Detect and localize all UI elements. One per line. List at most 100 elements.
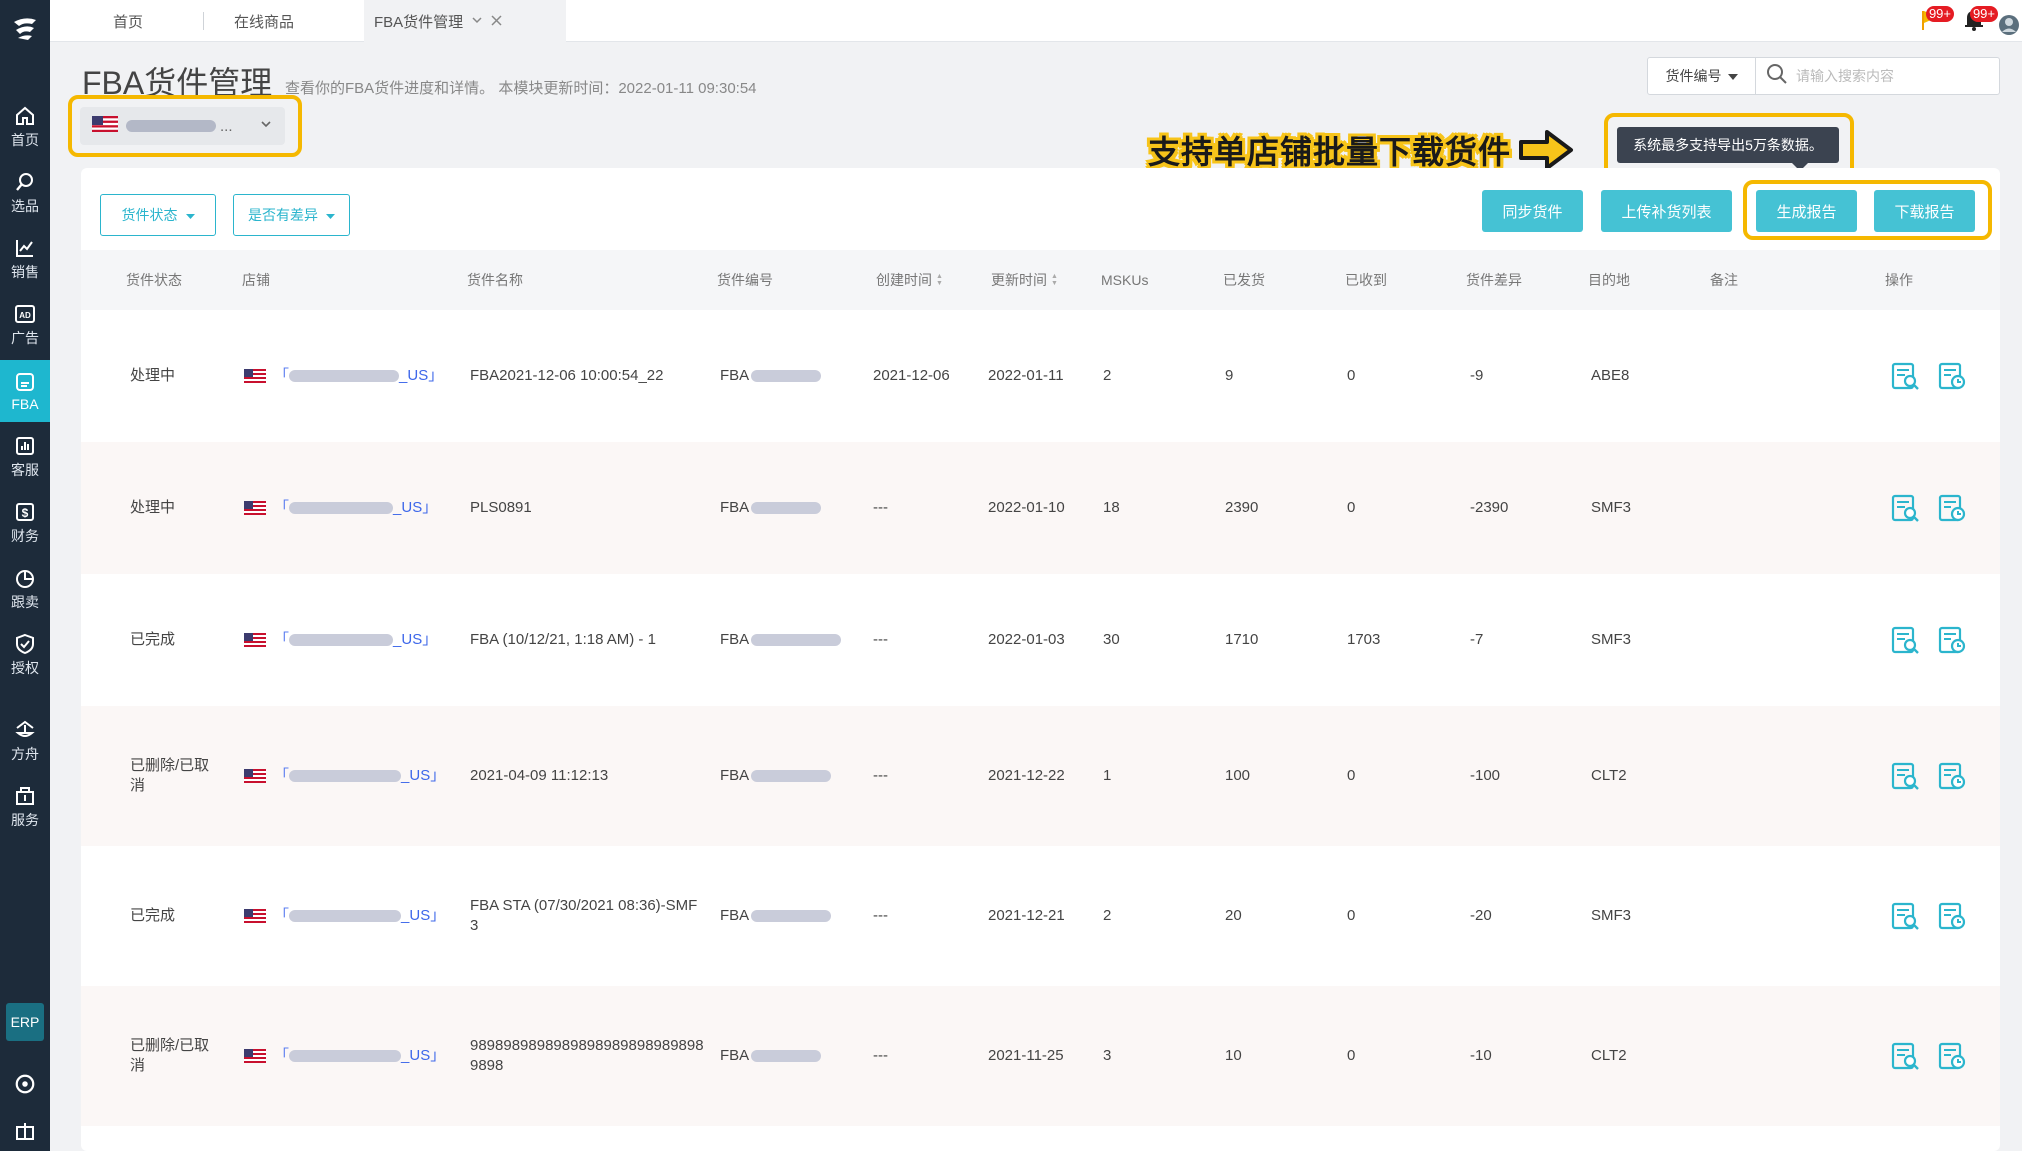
tab-divider [203,12,204,30]
shipment-id-redacted [751,1050,822,1062]
view-details-icon[interactable] [1890,361,1920,391]
bell-notification[interactable]: 99+ [1954,6,1998,36]
view-details-icon[interactable] [1890,625,1920,655]
sidebar-item-label: 服务 [11,811,39,828]
sidebar-item-ads[interactable]: AD 广告 [0,294,50,356]
sidebar-item-auth[interactable]: 授权 [0,624,50,686]
download-report-button[interactable]: 下载报告 [1874,190,1975,232]
cell-received: 0 [1347,907,1356,924]
store-suffix: _US」 [393,631,438,648]
view-details-icon[interactable] [1890,901,1920,931]
gift-icon [14,1119,36,1141]
cell-received: 0 [1347,1047,1356,1064]
cell-name: FBA (10/12/21, 1:18 AM) - 1 [470,631,656,648]
caret-down-icon [1727,68,1738,84]
table-row[interactable]: 已删除/已取消 「 _US」 9898989898989898989898989898… [81,986,2000,1126]
table-row[interactable]: 处理中 「 _US」 PLS0891 FBA --- 2022-01-10 18 2390 0 -2… [81,442,2000,574]
table-row[interactable]: 已删除/已取消 「 _US」 2021-04-09 11:12:13 FBA --- 202… [81,706,2000,846]
sidebar-item-follow[interactable]: 跟卖 [0,558,50,620]
col-dest: 目的地 [1588,272,1630,288]
view-details-icon[interactable] [1890,761,1920,791]
close-icon[interactable] [491,13,502,30]
sync-shipments-button[interactable]: 同步货件 [1482,190,1583,232]
cell-diff: -100 [1470,767,1501,784]
cell-store[interactable]: 「 _US」 [244,442,464,574]
us-flag-icon [244,1049,266,1063]
cell-diff: -2390 [1470,499,1509,516]
sidebar-item-service[interactable]: 客服 [0,426,50,488]
cell-status: 已完成 [130,907,176,924]
cell-created: --- [873,631,888,648]
gift-button[interactable] [0,1110,50,1150]
app-logo[interactable] [0,0,50,58]
sidebar-item-ark[interactable]: 方舟 [0,710,50,772]
col-name: 货件名称 [467,272,523,288]
sidebar-item-selection[interactable]: 选品 [0,162,50,224]
shipment-report-icon[interactable] [1937,1041,1967,1071]
cell-status: 处理中 [130,367,176,384]
cell-store[interactable]: 「 _US」 [244,574,464,706]
shipment-report-icon[interactable] [1937,901,1967,931]
search-type-select[interactable]: 货件编号 [1648,58,1756,94]
filter-status-label: 货件状态 [121,207,178,223]
table-row[interactable]: 处理中 「 _US」 FBA2021-12-06 10:00:54_22 FBA 2021… [81,310,2000,442]
sidebar-item-services[interactable]: 服务 [0,776,50,838]
tab-online-products[interactable]: 在线商品 [224,0,304,42]
store-bracket: 「 [274,1047,290,1064]
bell-badge: 99+ [1969,6,1998,22]
help-button[interactable] [0,1056,50,1112]
tab-fba-label: FBA货件管理 [374,13,464,31]
shipment-report-icon[interactable] [1937,493,1967,523]
avatar[interactable] [1998,6,2022,36]
col-created[interactable]: 创建时间 ▲ ▼ [876,250,943,310]
view-details-icon[interactable] [1890,1041,1920,1071]
cell-store[interactable]: 「 _US」 [244,310,464,442]
flag-notification[interactable]: 99+ [1910,6,1954,36]
store-suffix: _US」 [401,907,446,924]
erp-button[interactable]: ERP [6,1003,44,1041]
shipment-report-icon[interactable] [1937,761,1967,791]
sidebar-item-label: 财务 [11,527,39,544]
table-row[interactable]: 已完成 「 _US」 FBA STA (07/30/2021 08:36)-SMF3 F… [81,846,2000,986]
search-group: 货件编号 [1647,57,2000,95]
sidebar-item-label: 销售 [11,263,39,280]
cell-id: FBA [720,846,860,986]
cell-store[interactable]: 「 _US」 [244,706,464,846]
filter-diff-dropdown[interactable]: 是否有差异 [233,194,350,236]
svg-text:AD: AD [19,311,31,320]
shipment-report-icon[interactable] [1937,361,1967,391]
cell-id-prefix: FBA [720,1047,750,1064]
cell-store[interactable]: 「 _US」 [244,986,464,1126]
filter-status-dropdown[interactable]: 货件状态 [100,194,216,236]
shipment-id-redacted [751,770,832,782]
tab-fba[interactable]: FBA货件管理 [364,0,566,42]
sidebar-item-sales[interactable]: 销售 [0,228,50,290]
generate-report-button[interactable]: 生成报告 [1756,190,1857,232]
shield-check-icon [14,633,36,655]
cell-created: 2021-12-06 [873,367,950,384]
cell-dest: SMF3 [1591,499,1632,516]
sidebar-item-fba[interactable]: FBA [0,360,50,422]
col-updated[interactable]: 更新时间 ▲ ▼ [991,250,1058,310]
shipment-report-icon[interactable] [1937,625,1967,655]
cell-diff: -9 [1470,367,1484,384]
view-details-icon[interactable] [1890,493,1920,523]
cell-updated: 2022-01-10 [988,499,1065,516]
store-name-redacted [126,120,216,132]
search-input[interactable] [1788,68,1999,84]
cell-mskus: 1 [1103,767,1112,784]
cell-store[interactable]: 「 _US」 [244,846,464,986]
tab-home[interactable]: 首页 [103,0,153,42]
cell-shipped: 9 [1225,367,1234,384]
chevron-down-icon[interactable] [471,13,483,30]
store-bracket: 「 [274,907,290,924]
upload-replenish-button[interactable]: 上传补货列表 [1601,190,1732,232]
table-row[interactable]: 已完成 「 _US」 FBA (10/12/21, 1:18 AM) - 1 FBA --… [81,574,2000,706]
us-flag-icon [244,633,266,647]
ad-icon: AD [14,303,36,325]
store-select[interactable]: ... [80,107,285,145]
sidebar-item-home[interactable]: 首页 [0,96,50,158]
home-icon [14,105,36,127]
top-tab-bar: 首页 在线商品 FBA货件管理 99+ 99+ [50,0,2022,42]
sidebar-item-finance[interactable]: $ 财务 [0,492,50,554]
